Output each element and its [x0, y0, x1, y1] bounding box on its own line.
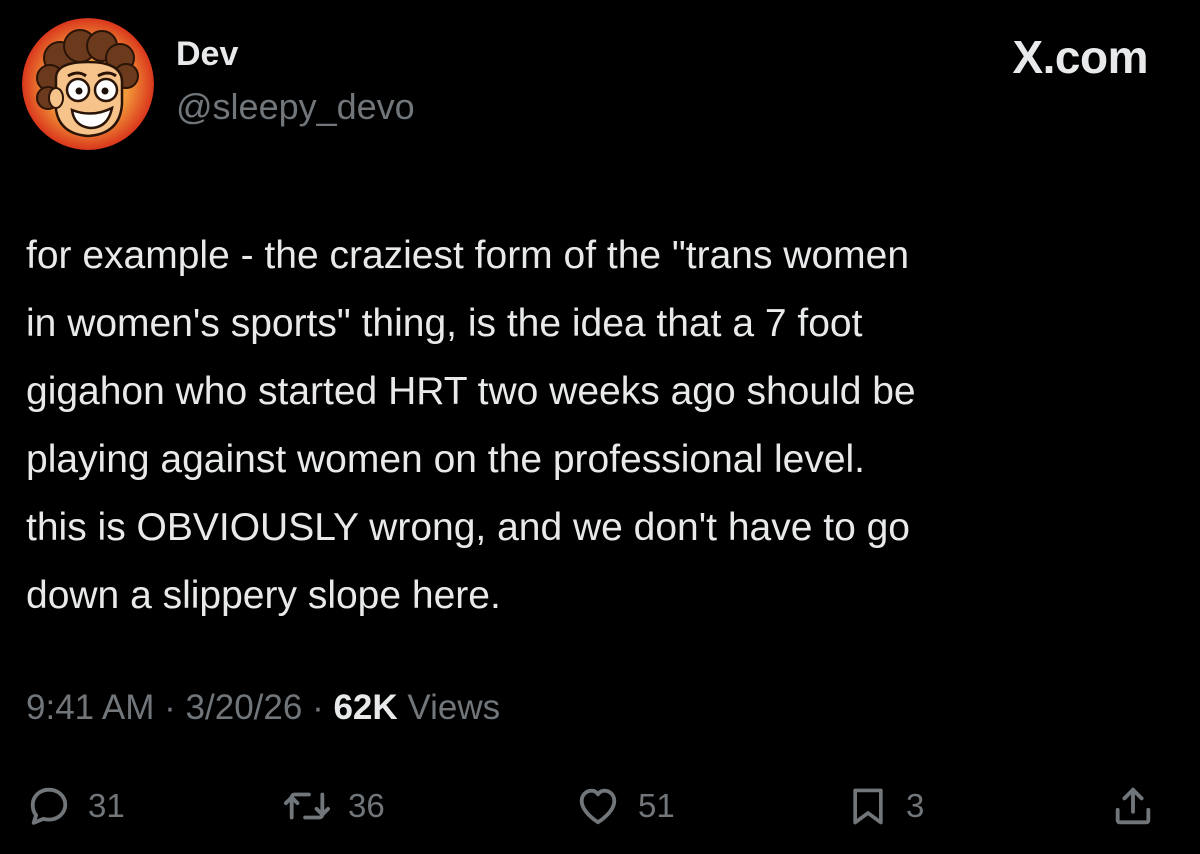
- bookmark-count: 3: [906, 787, 925, 824]
- post-text: for example - the craziest form of the "…: [26, 234, 916, 617]
- views-label[interactable]: Views: [407, 688, 500, 727]
- repost-button[interactable]: 36: [282, 778, 385, 834]
- action-bar: 31 36 51 3: [0, 778, 1200, 834]
- post-time[interactable]: 9:41 AM: [26, 688, 154, 727]
- heart-icon: [579, 788, 617, 825]
- like-button[interactable]: 51: [574, 778, 675, 834]
- views-count[interactable]: 62K: [333, 688, 397, 727]
- cartoon-face-avatar-icon: [22, 18, 154, 150]
- site-badge: X.com: [1012, 31, 1148, 83]
- like-count: 51: [638, 787, 675, 824]
- bookmark-button[interactable]: 3: [846, 778, 924, 834]
- repost-icon: [283, 792, 330, 820]
- reply-count: 31: [88, 787, 125, 824]
- author-handle[interactable]: @sleepy_devo: [176, 86, 415, 128]
- reply-icon: [30, 787, 68, 825]
- meta-separator: ·: [312, 688, 324, 727]
- avatar[interactable]: [22, 18, 154, 150]
- bookmark-icon: [853, 788, 883, 825]
- share-icon: [1115, 787, 1151, 825]
- post-meta: 9:41 AM · 3/20/26 · 62K Views: [26, 686, 500, 730]
- repost-count: 36: [348, 787, 385, 824]
- meta-separator: ·: [164, 688, 176, 727]
- share-button[interactable]: [1110, 778, 1156, 834]
- post-date[interactable]: 3/20/26: [186, 688, 303, 727]
- author-name[interactable]: Dev: [176, 34, 238, 74]
- reply-button[interactable]: 31: [26, 778, 125, 834]
